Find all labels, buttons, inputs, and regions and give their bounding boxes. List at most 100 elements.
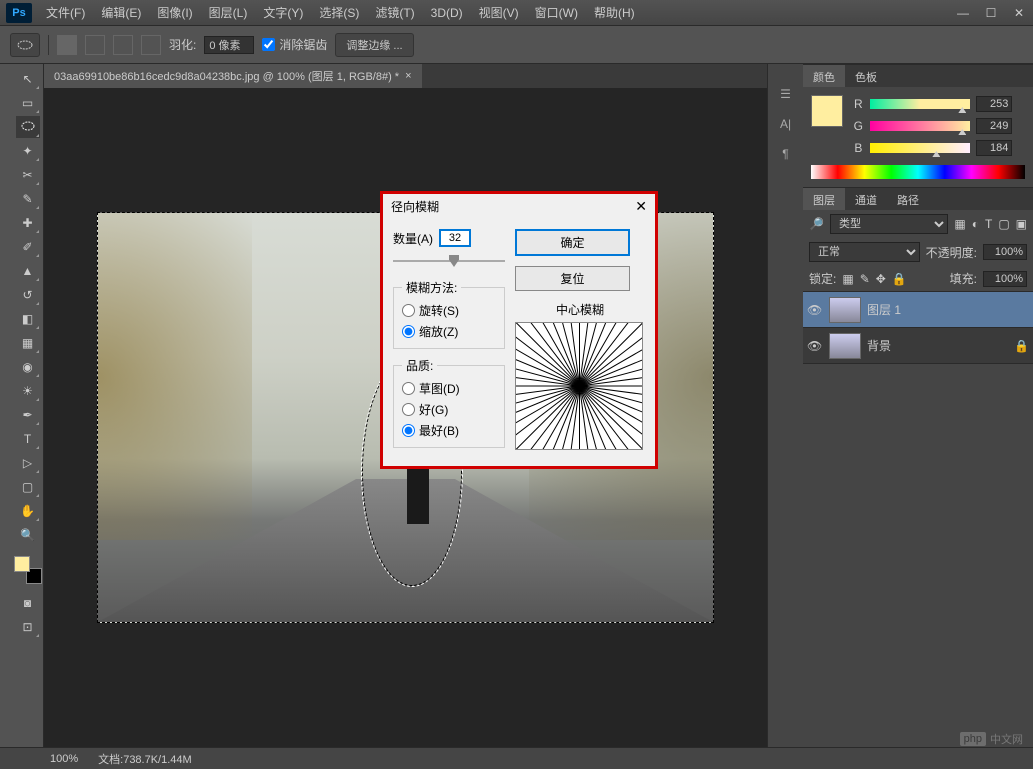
amount-slider[interactable] xyxy=(393,253,505,269)
visibility-icon[interactable]: 👁 xyxy=(807,303,823,317)
fill-input[interactable] xyxy=(983,271,1027,287)
tab-paths[interactable]: 路径 xyxy=(887,188,929,210)
opacity-input[interactable] xyxy=(983,244,1027,260)
dialog-close-icon[interactable]: ✕ xyxy=(635,198,647,215)
menu-window[interactable]: 窗口(W) xyxy=(527,0,586,25)
feather-input[interactable] xyxy=(204,36,254,54)
magic-wand-tool[interactable]: ✦ xyxy=(16,140,40,162)
visibility-icon[interactable]: 👁 xyxy=(807,339,823,353)
color-spectrum[interactable] xyxy=(811,165,1025,179)
move-tool[interactable]: ↖ xyxy=(16,68,40,90)
stamp-tool[interactable]: ▲ xyxy=(16,260,40,282)
layer-thumbnail[interactable] xyxy=(829,333,861,359)
filter-kind-icon[interactable]: 🔎 xyxy=(809,217,824,231)
menu-help[interactable]: 帮助(H) xyxy=(586,0,643,25)
menu-select[interactable]: 选择(S) xyxy=(311,0,367,25)
foreground-color-swatch[interactable] xyxy=(14,556,30,572)
menu-type[interactable]: 文字(Y) xyxy=(255,0,311,25)
dodge-tool[interactable]: ☀ xyxy=(16,380,40,402)
minimize-button[interactable]: — xyxy=(949,4,977,22)
g-input[interactable] xyxy=(976,118,1012,134)
layer-item[interactable]: 👁 图层 1 xyxy=(803,292,1033,328)
healing-tool[interactable]: ✚ xyxy=(16,212,40,234)
tab-swatches[interactable]: 色板 xyxy=(845,65,887,87)
b-slider[interactable] xyxy=(870,143,970,153)
brush-tool[interactable]: ✐ xyxy=(16,236,40,258)
hand-tool[interactable]: ✋ xyxy=(16,500,40,522)
close-tab-icon[interactable]: × xyxy=(405,70,411,82)
screen-mode-toggle[interactable]: ⊡ xyxy=(16,616,40,638)
path-select-tool[interactable]: ▷ xyxy=(16,452,40,474)
paragraph-panel-icon[interactable]: ¶ xyxy=(776,144,796,164)
amount-input[interactable] xyxy=(439,229,471,247)
ok-button[interactable]: 确定 xyxy=(515,229,630,256)
shape-tool[interactable]: ▢ xyxy=(16,476,40,498)
blur-tool[interactable]: ◉ xyxy=(16,356,40,378)
tab-color[interactable]: 颜色 xyxy=(803,65,845,87)
pen-tool[interactable]: ✒ xyxy=(16,404,40,426)
r-slider[interactable] xyxy=(870,99,970,109)
marquee-tool[interactable]: ▭ xyxy=(16,92,40,114)
quick-mask-toggle[interactable]: ◙ xyxy=(16,592,40,614)
zoom-level[interactable]: 100% xyxy=(50,753,78,765)
filter-type-icon[interactable]: T xyxy=(985,217,992,231)
color-preview-swatch[interactable] xyxy=(811,95,843,127)
blend-mode-select[interactable]: 正常 xyxy=(809,242,920,262)
selection-intersect-icon[interactable] xyxy=(141,35,161,55)
lock-all-icon[interactable]: 🔒 xyxy=(892,272,907,286)
filter-shape-icon[interactable]: ▢ xyxy=(998,217,1009,231)
layer-name[interactable]: 背景 xyxy=(867,337,891,354)
menu-image[interactable]: 图像(I) xyxy=(149,0,200,25)
quality-draft-radio[interactable]: 草图(D) xyxy=(402,378,496,399)
antialias-checkbox[interactable]: 消除锯齿 xyxy=(262,36,327,53)
lock-transparent-icon[interactable]: ▦ xyxy=(842,272,853,286)
lasso-tool[interactable] xyxy=(16,116,40,138)
crop-tool[interactable]: ✂ xyxy=(16,164,40,186)
selection-subtract-icon[interactable] xyxy=(113,35,133,55)
doc-info[interactable]: 文档:738.7K/1.44M xyxy=(98,751,192,767)
filter-adjust-icon[interactable]: ◐ xyxy=(972,217,979,231)
character-panel-icon[interactable]: A| xyxy=(776,114,796,134)
zoom-tool[interactable]: 🔍 xyxy=(16,524,40,546)
lock-pixels-icon[interactable]: ✎ xyxy=(860,272,870,286)
collapsed-panel-strip: ☰ A| ¶ xyxy=(767,64,803,747)
current-tool-icon[interactable] xyxy=(10,33,40,57)
gradient-tool[interactable]: ▦ xyxy=(16,332,40,354)
menu-layer[interactable]: 图层(L) xyxy=(201,0,256,25)
menu-file[interactable]: 文件(F) xyxy=(38,0,93,25)
layer-thumbnail[interactable] xyxy=(829,297,861,323)
layer-item[interactable]: 👁 背景 🔒 xyxy=(803,328,1033,364)
eraser-tool[interactable]: ◧ xyxy=(16,308,40,330)
quality-good-radio[interactable]: 好(G) xyxy=(402,399,496,420)
selection-add-icon[interactable] xyxy=(85,35,105,55)
quality-best-radio[interactable]: 最好(B) xyxy=(402,420,496,441)
method-zoom-radio[interactable]: 缩放(Z) xyxy=(402,321,496,342)
eyedropper-tool[interactable]: ✎ xyxy=(16,188,40,210)
color-swatches[interactable] xyxy=(14,556,42,584)
g-slider[interactable] xyxy=(870,121,970,131)
close-window-button[interactable]: ✕ xyxy=(1005,4,1033,22)
filter-pixel-icon[interactable]: ▦ xyxy=(954,217,965,231)
tab-layers[interactable]: 图层 xyxy=(803,188,845,210)
menu-view[interactable]: 视图(V) xyxy=(471,0,527,25)
maximize-button[interactable]: ☐ xyxy=(977,4,1005,22)
history-brush-tool[interactable]: ↺ xyxy=(16,284,40,306)
filter-kind-select[interactable]: 类型 xyxy=(830,214,948,234)
history-panel-icon[interactable]: ☰ xyxy=(776,84,796,104)
lock-position-icon[interactable]: ✥ xyxy=(876,272,886,286)
document-tab[interactable]: 03aa69910be86b16cedc9d8a04238bc.jpg @ 10… xyxy=(44,64,422,88)
b-input[interactable] xyxy=(976,140,1012,156)
menu-filter[interactable]: 滤镜(T) xyxy=(367,0,422,25)
r-input[interactable] xyxy=(976,96,1012,112)
blur-center-preview[interactable] xyxy=(515,322,643,450)
filter-smart-icon[interactable]: ▣ xyxy=(1016,217,1027,231)
method-spin-radio[interactable]: 旋转(S) xyxy=(402,300,496,321)
layer-name[interactable]: 图层 1 xyxy=(867,301,901,318)
menu-3d[interactable]: 3D(D) xyxy=(423,2,471,24)
menu-edit[interactable]: 编辑(E) xyxy=(93,0,149,25)
type-tool[interactable]: T xyxy=(16,428,40,450)
selection-new-icon[interactable] xyxy=(57,35,77,55)
tab-channels[interactable]: 通道 xyxy=(845,188,887,210)
refine-edge-button[interactable]: 调整边缘 ... xyxy=(335,33,413,57)
reset-button[interactable]: 复位 xyxy=(515,266,630,291)
